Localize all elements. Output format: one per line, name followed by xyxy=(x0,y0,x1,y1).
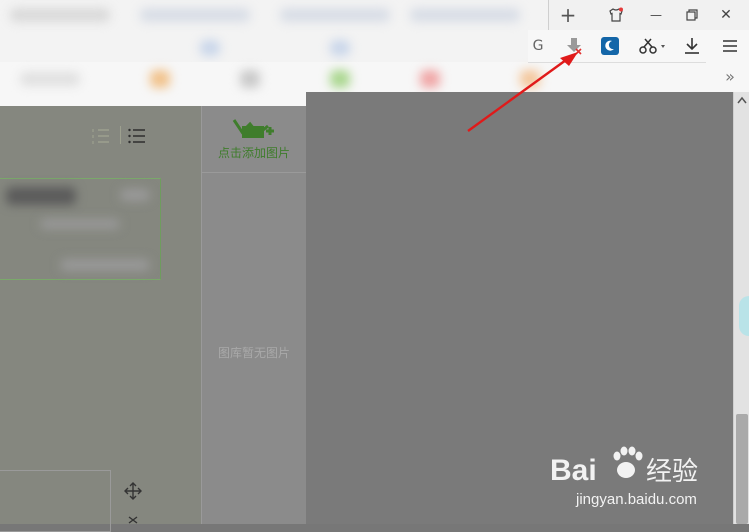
svg-text:jingyan.baidu.com: jingyan.baidu.com xyxy=(575,491,697,508)
baidu-jingyan-watermark: Bai 经验 jingyan.baidu.com xyxy=(550,446,698,508)
svg-text:经验: 经验 xyxy=(646,457,698,487)
svg-text:Bai: Bai xyxy=(550,454,597,487)
